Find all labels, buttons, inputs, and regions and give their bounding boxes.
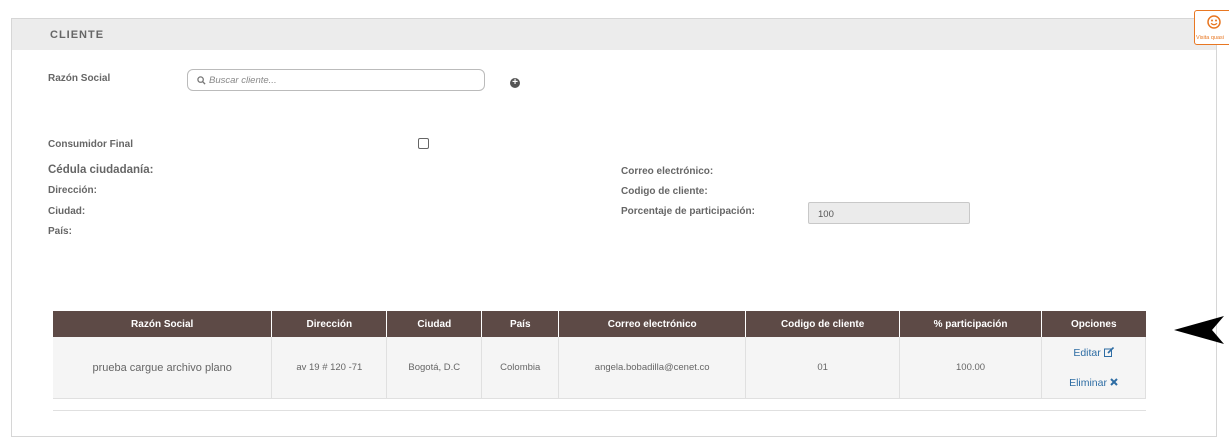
column-header: País <box>481 311 560 337</box>
codigo-cliente-label: Codigo de cliente: <box>621 186 708 197</box>
cedula-label: Cédula ciudadanía: <box>48 164 154 176</box>
column-header: Dirección <box>271 311 388 337</box>
panel-header: CLIENTE <box>12 19 1216 50</box>
cell-direccion: av 19 # 120 -71 <box>271 337 388 399</box>
consumidor-final-checkbox[interactable] <box>418 138 429 149</box>
widget-label: Visita quasi <box>1196 35 1225 41</box>
cell-opciones: Editar Eliminar <box>1041 337 1146 399</box>
edit-link[interactable]: Editar <box>1042 346 1145 359</box>
table-spacer-row <box>53 398 1146 411</box>
delete-link[interactable]: Eliminar <box>1042 377 1145 389</box>
porcentaje-label: Porcentaje de participación: <box>621 206 755 217</box>
porcentaje-input[interactable]: 100 <box>808 202 970 224</box>
pais-label: País: <box>48 226 72 237</box>
cell-razon-social: prueba cargue archivo plano <box>53 337 273 399</box>
client-search-input[interactable] <box>209 73 469 87</box>
cursor-arrow-icon <box>1174 316 1224 344</box>
visit-widget-button[interactable]: Visita quasi <box>1194 10 1229 45</box>
cell-participacion: 100.00 <box>899 337 1042 399</box>
consumidor-final-label: Consumidor Final <box>48 139 133 150</box>
razon-social-label: Razón Social <box>48 73 111 84</box>
ciudad-label: Ciudad: <box>48 206 86 217</box>
column-header: % participación <box>899 311 1042 337</box>
column-header: Codigo de cliente <box>745 311 901 337</box>
panel-title: CLIENTE <box>50 29 105 41</box>
smiley-icon <box>1207 15 1221 29</box>
cell-correo: angela.bobadilla@cenet.co <box>558 337 747 399</box>
column-header: Correo electrónico <box>558 311 747 337</box>
column-header: Opciones <box>1041 311 1146 337</box>
cell-codigo: 01 <box>745 337 901 399</box>
cell-pais: Colombia <box>481 337 560 399</box>
cell-ciudad: Bogotá, D.C <box>386 337 483 399</box>
edit-icon <box>1103 346 1114 357</box>
correo-label: Correo electrónico: <box>621 166 714 177</box>
clients-table: Razón Social Dirección Ciudad País Corre… <box>53 311 1146 411</box>
table-header-row: Razón Social Dirección Ciudad País Corre… <box>53 311 1146 337</box>
delete-label: Eliminar <box>1069 376 1107 389</box>
table-row: prueba cargue archivo plano av 19 # 120 … <box>53 337 1146 399</box>
column-header: Razón Social <box>53 311 273 337</box>
search-icon <box>197 76 206 85</box>
add-client-icon[interactable]: + <box>510 78 520 88</box>
edit-label: Editar <box>1073 346 1101 359</box>
close-icon <box>1110 377 1118 386</box>
client-search-box[interactable] <box>187 69 485 91</box>
column-header: Ciudad <box>386 311 483 337</box>
direccion-label: Dirección: <box>48 185 97 196</box>
